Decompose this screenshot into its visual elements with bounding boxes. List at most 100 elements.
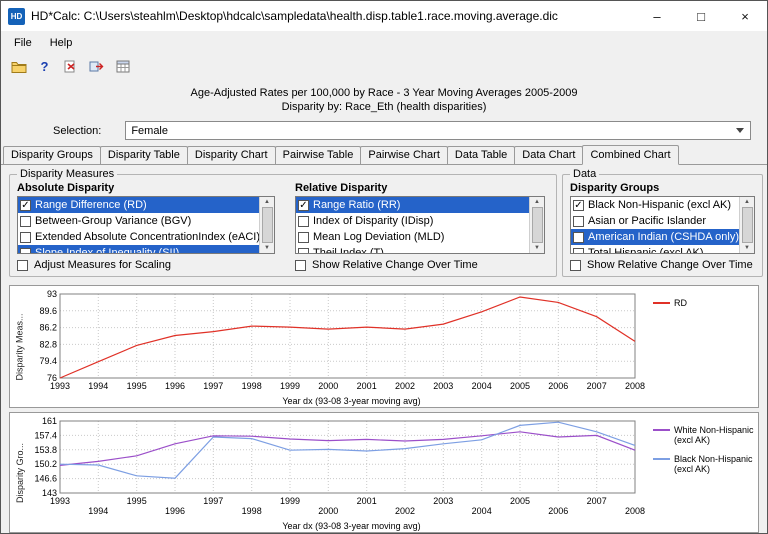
list-item[interactable]: ✓Range Difference (RD) bbox=[18, 197, 259, 213]
absolute-disparity-listbox[interactable]: ✓Range Difference (RD)Between-Group Vari… bbox=[17, 196, 275, 254]
list-item[interactable]: ✓Range Ratio (RR) bbox=[296, 197, 529, 213]
svg-text:1993: 1993 bbox=[50, 381, 70, 391]
scroll-down-icon[interactable]: ▼ bbox=[534, 244, 540, 252]
checkbox-icon[interactable] bbox=[20, 216, 31, 227]
list-item[interactable]: Mean Log Deviation (MLD) bbox=[296, 229, 529, 245]
checkbox-label: Adjust Measures for Scaling bbox=[34, 259, 171, 271]
menubar: File Help bbox=[1, 31, 767, 54]
chart-legend: RD bbox=[647, 288, 756, 406]
checkbox-icon[interactable] bbox=[298, 248, 309, 254]
svg-text:1994: 1994 bbox=[88, 506, 108, 516]
tab-pairwise-chart[interactable]: Pairwise Chart bbox=[360, 146, 448, 164]
checkbox-icon[interactable] bbox=[295, 260, 306, 271]
tab-disparity-table[interactable]: Disparity Table bbox=[100, 146, 188, 164]
minimize-button[interactable]: – bbox=[635, 1, 679, 31]
window-title: HD*Calc: C:\Users\steahlm\Desktop\hdcalc… bbox=[31, 9, 629, 23]
tab-pairwise-table[interactable]: Pairwise Table bbox=[275, 146, 362, 164]
scrollbar[interactable]: ▲▼ bbox=[739, 197, 754, 253]
svg-text:82.8: 82.8 bbox=[39, 339, 57, 349]
checkbox-icon[interactable] bbox=[573, 216, 584, 227]
checkbox-icon[interactable] bbox=[570, 260, 581, 271]
open-folder-button[interactable] bbox=[7, 56, 30, 77]
x-axis-title: Year dx (93-08 3-year moving avg) bbox=[252, 396, 420, 406]
scrollbar[interactable]: ▲▼ bbox=[259, 197, 274, 253]
checkbox-icon[interactable] bbox=[17, 260, 28, 271]
disparity-measure-chart: 7679.482.886.289.69319931994199519961997… bbox=[26, 288, 647, 396]
legend-entry: RD bbox=[653, 298, 756, 308]
data-group-title: Data bbox=[570, 168, 599, 180]
scroll-thumb[interactable] bbox=[742, 207, 753, 243]
export-button[interactable] bbox=[85, 56, 108, 77]
scroll-up-icon[interactable]: ▲ bbox=[534, 198, 540, 206]
svg-text:2007: 2007 bbox=[587, 381, 607, 391]
svg-text:2000: 2000 bbox=[318, 381, 338, 391]
legend-label: RD bbox=[674, 298, 687, 308]
scroll-thumb[interactable] bbox=[532, 207, 543, 243]
tab-data-chart[interactable]: Data Chart bbox=[514, 146, 583, 164]
list-item[interactable]: Between-Group Variance (BGV) bbox=[18, 213, 259, 229]
tab-data-table[interactable]: Data Table bbox=[447, 146, 515, 164]
legend-line-icon bbox=[653, 458, 670, 460]
scroll-down-icon[interactable]: ▼ bbox=[264, 244, 270, 252]
checkbox-icon[interactable]: ✓ bbox=[573, 200, 584, 211]
tab-disparity-groups[interactable]: Disparity Groups bbox=[3, 146, 101, 164]
data-relative-change-checkbox[interactable]: Show Relative Change Over Time bbox=[570, 259, 755, 271]
legend-line-icon bbox=[653, 429, 670, 431]
checkbox-label: Show Relative Change Over Time bbox=[312, 259, 478, 271]
svg-text:2003: 2003 bbox=[433, 381, 453, 391]
scrollbar[interactable]: ▲▼ bbox=[529, 197, 544, 253]
relative-change-checkbox[interactable]: Show Relative Change Over Time bbox=[295, 259, 545, 271]
help-button[interactable]: ? bbox=[33, 56, 56, 77]
maximize-button[interactable]: □ bbox=[679, 1, 723, 31]
checkbox-icon[interactable] bbox=[298, 232, 309, 243]
menu-help[interactable]: Help bbox=[41, 34, 82, 52]
scroll-down-icon[interactable]: ▼ bbox=[744, 244, 750, 252]
disparity-groups-listbox[interactable]: ✓Black Non-Hispanic (excl AK) Asian or Pa… bbox=[570, 196, 755, 254]
scroll-thumb[interactable] bbox=[262, 207, 273, 243]
list-item-label: Slope Index of Inequality (SII) bbox=[35, 247, 179, 253]
svg-text:1995: 1995 bbox=[127, 381, 147, 391]
svg-text:2004: 2004 bbox=[472, 506, 492, 516]
checkbox-icon[interactable] bbox=[573, 248, 584, 254]
list-item-label: Index of Disparity (IDisp) bbox=[313, 215, 433, 227]
scroll-up-icon[interactable]: ▲ bbox=[264, 198, 270, 206]
relative-disparity-listbox[interactable]: ✓Range Ratio (RR) Index of Disparity (IDi… bbox=[295, 196, 545, 254]
disparity-groups-title: Disparity Groups bbox=[570, 182, 755, 194]
chevron-down-icon bbox=[736, 128, 744, 133]
matrix-button[interactable] bbox=[111, 56, 134, 77]
checkbox-icon[interactable]: ✓ bbox=[298, 200, 309, 211]
checkbox-icon[interactable] bbox=[573, 232, 584, 243]
list-item[interactable]: ✓Black Non-Hispanic (excl AK) bbox=[571, 197, 739, 213]
checkbox-icon[interactable]: ✓ bbox=[20, 200, 31, 211]
svg-text:1998: 1998 bbox=[242, 381, 262, 391]
list-item[interactable]: Extended Absolute ConcentrationIndex (eA… bbox=[18, 229, 259, 245]
list-item-label: American Indian (CSHDA only) bbox=[588, 231, 739, 243]
list-item[interactable]: Index of Disparity (IDisp) bbox=[296, 213, 529, 229]
checkbox-icon[interactable] bbox=[20, 248, 31, 254]
list-item[interactable]: Asian or Pacific Islander bbox=[571, 213, 739, 229]
checkbox-icon[interactable] bbox=[298, 216, 309, 227]
data-group: Data Disparity Groups ✓Black Non-Hispani… bbox=[562, 168, 763, 277]
list-item[interactable]: American Indian (CSHDA only) bbox=[571, 229, 739, 245]
chart-header: Age-Adjusted Rates per 100,000 by Race -… bbox=[1, 79, 767, 117]
svg-text:2008: 2008 bbox=[625, 506, 645, 516]
list-item-label: Extended Absolute ConcentrationIndex (eA… bbox=[35, 231, 259, 243]
tab-disparity-chart[interactable]: Disparity Chart bbox=[187, 146, 276, 164]
scroll-up-icon[interactable]: ▲ bbox=[744, 198, 750, 206]
selection-dropdown[interactable]: Female bbox=[125, 121, 751, 140]
header-line-1: Age-Adjusted Rates per 100,000 by Race -… bbox=[1, 86, 767, 100]
list-item[interactable]: Slope Index of Inequality (SII) bbox=[18, 245, 259, 253]
adjust-scaling-checkbox[interactable]: Adjust Measures for Scaling bbox=[17, 259, 275, 271]
list-item[interactable]: Total Hispanic (excl AK) bbox=[571, 245, 739, 253]
toolbar: ? bbox=[1, 54, 767, 79]
close-button[interactable]: × bbox=[723, 1, 767, 31]
x-axis-title: Year dx (93-08 3-year moving avg) bbox=[252, 521, 420, 531]
svg-text:150.2: 150.2 bbox=[34, 459, 57, 469]
tab-combined-chart[interactable]: Combined Chart bbox=[582, 145, 678, 165]
list-item[interactable]: Theil Index (T) bbox=[296, 245, 529, 253]
checkbox-icon[interactable] bbox=[20, 232, 31, 243]
exit-button[interactable] bbox=[59, 56, 82, 77]
menu-file[interactable]: File bbox=[5, 34, 41, 52]
list-item-label: Asian or Pacific Islander bbox=[588, 215, 706, 227]
svg-text:1993: 1993 bbox=[50, 496, 70, 506]
